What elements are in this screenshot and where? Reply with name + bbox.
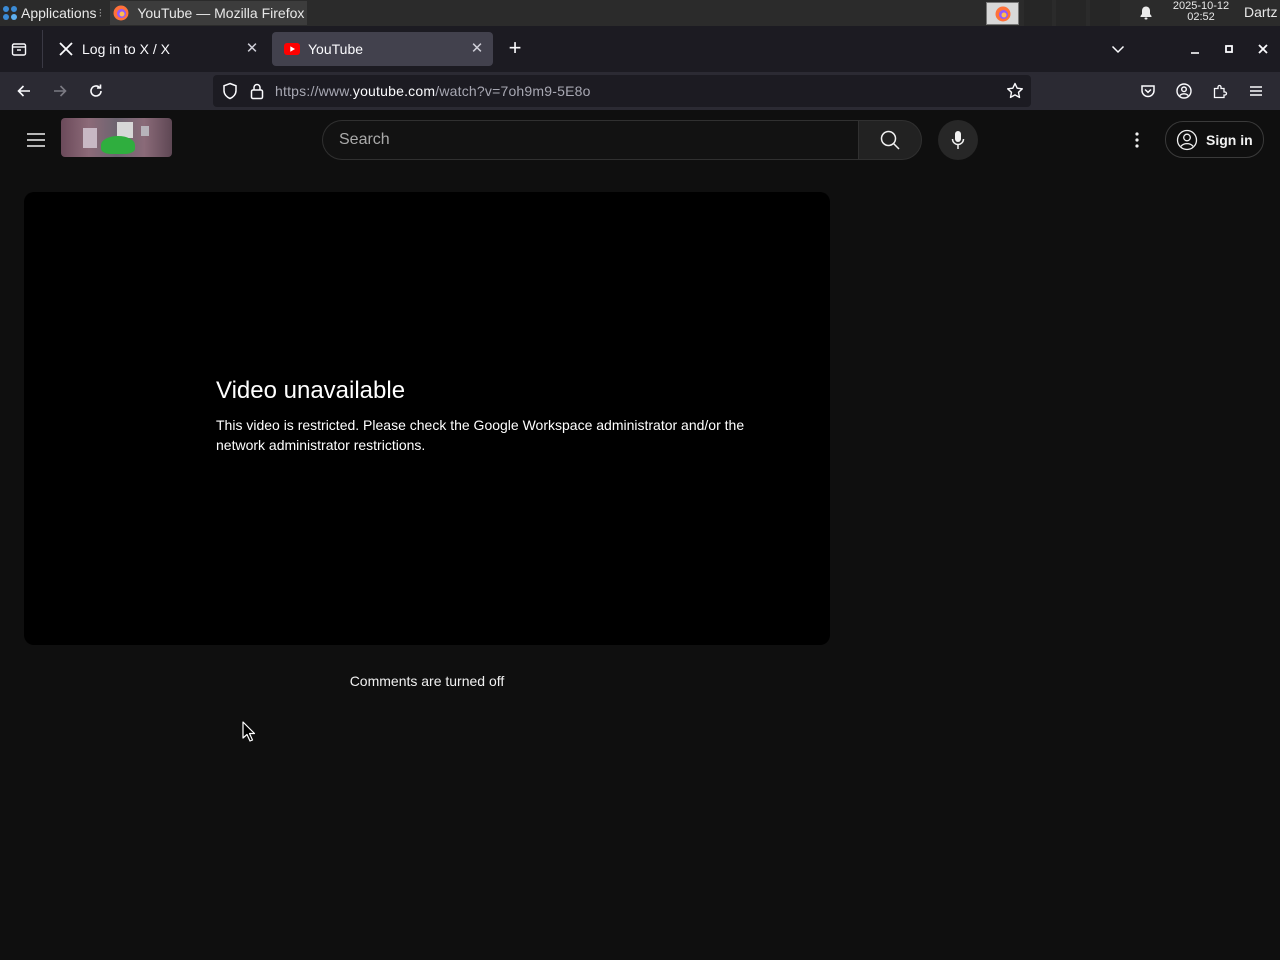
os-taskbar: Applications ⁝ YouTube — Mozilla Firefox…	[0, 0, 1280, 26]
close-window-button[interactable]	[1252, 38, 1274, 60]
tab-youtube[interactable]: YouTube ✕	[272, 32, 493, 66]
youtube-favicon-icon	[284, 41, 300, 57]
maximize-button[interactable]	[1218, 38, 1240, 60]
account-button[interactable]	[1173, 80, 1195, 102]
user-name[interactable]: Dartz	[1244, 4, 1277, 20]
search-box	[322, 120, 860, 160]
forward-button[interactable]	[49, 80, 71, 102]
close-icon	[1258, 44, 1268, 54]
maximize-icon	[1225, 45, 1233, 53]
back-button[interactable]	[13, 80, 35, 102]
applications-menu[interactable]: Applications ⁝	[0, 0, 106, 26]
extensions-button[interactable]	[1209, 80, 1231, 102]
sign-in-label: Sign in	[1206, 131, 1253, 148]
pocket-button[interactable]	[1137, 80, 1159, 102]
comments-status: Comments are turned off	[349, 673, 505, 689]
minimize-icon	[1191, 52, 1199, 54]
notification-bell-icon[interactable]	[1138, 5, 1154, 21]
minimize-button[interactable]	[1184, 38, 1206, 60]
lock-icon[interactable]	[249, 82, 265, 100]
tray-firefox-button[interactable]	[986, 2, 1019, 25]
youtube-header: Sign in	[0, 110, 1280, 170]
workspace-slot[interactable]	[1056, 0, 1086, 26]
tracking-protection-shield-icon[interactable]	[221, 82, 239, 100]
firefox-icon	[113, 5, 129, 21]
url-prefix: https://www.	[275, 83, 353, 99]
tab-strip: Log in to X / X ✕ YouTube ✕ +	[0, 26, 1280, 72]
hamburger-menu-icon	[1250, 86, 1262, 96]
firefox-icon	[995, 6, 1010, 21]
back-arrow-icon	[17, 85, 30, 97]
taskbar-window-firefox[interactable]: YouTube — Mozilla Firefox	[110, 1, 308, 25]
list-all-tabs-button[interactable]	[1107, 38, 1129, 60]
reload-button[interactable]	[85, 80, 107, 102]
sign-in-button[interactable]: Sign in	[1165, 121, 1264, 158]
url-bar[interactable]: https://www.youtube.com/watch?v=7oh9m9-5…	[213, 75, 1031, 107]
voice-search-button[interactable]	[938, 120, 978, 160]
puzzle-piece-icon	[1213, 84, 1228, 99]
reload-icon	[90, 84, 102, 97]
tab-close-icon[interactable]: ✕	[469, 41, 485, 57]
applications-label: Applications	[21, 5, 97, 21]
mouse-pointer-icon	[242, 721, 256, 742]
search-button[interactable]	[858, 120, 922, 160]
youtube-doodle-logo[interactable]	[61, 118, 172, 157]
applications-separator: ⁝	[98, 6, 103, 20]
url-host: youtube.com	[352, 83, 436, 99]
workspace-slot[interactable]	[1024, 0, 1052, 26]
navigation-toolbar: https://www.youtube.com/watch?v=7oh9m9-5…	[0, 72, 1280, 110]
bookmark-star-icon[interactable]	[1005, 81, 1025, 101]
workspace-slot[interactable]	[1090, 0, 1120, 26]
clock[interactable]: 2025-10-12 02:52	[1163, 1, 1239, 23]
clock-time: 02:52	[1187, 11, 1215, 23]
settings-more-button[interactable]	[1125, 128, 1149, 152]
url-path: /watch?v=7oh9m9-5E8o	[435, 83, 591, 99]
tab-strip-divider	[42, 30, 43, 68]
x-logo-icon	[58, 41, 74, 57]
tab-close-icon[interactable]: ✕	[244, 41, 260, 57]
video-player[interactable]: Video unavailable This video is restrict…	[24, 192, 830, 645]
error-title: Video unavailable	[216, 377, 406, 404]
account-circle-icon	[1176, 129, 1198, 150]
error-message: This video is restricted. Please check t…	[216, 417, 745, 453]
tab-x-login[interactable]: Log in to X / X ✕	[46, 32, 268, 66]
tab-title: Log in to X / X	[82, 41, 170, 57]
taskbar-window-title: YouTube — Mozilla Firefox	[137, 5, 305, 21]
app-menu-button[interactable]	[1245, 80, 1267, 102]
search-input[interactable]	[339, 121, 839, 159]
microphone-icon	[951, 131, 965, 149]
forward-arrow-icon	[54, 85, 67, 97]
more-vertical-icon	[1135, 132, 1139, 148]
search-icon	[880, 130, 900, 150]
pocket-icon	[1141, 85, 1155, 98]
chevron-down-icon	[1111, 45, 1125, 54]
firefox-view-icon	[11, 43, 27, 56]
guide-menu-icon[interactable]	[24, 128, 48, 152]
tab-title: YouTube	[308, 41, 364, 57]
applications-icon	[3, 6, 17, 20]
new-tab-button[interactable]: +	[504, 37, 526, 60]
url-text[interactable]: https://www.youtube.com/watch?v=7oh9m9-5…	[275, 83, 591, 99]
account-icon	[1176, 83, 1192, 99]
firefox-view-button[interactable]	[8, 38, 30, 60]
